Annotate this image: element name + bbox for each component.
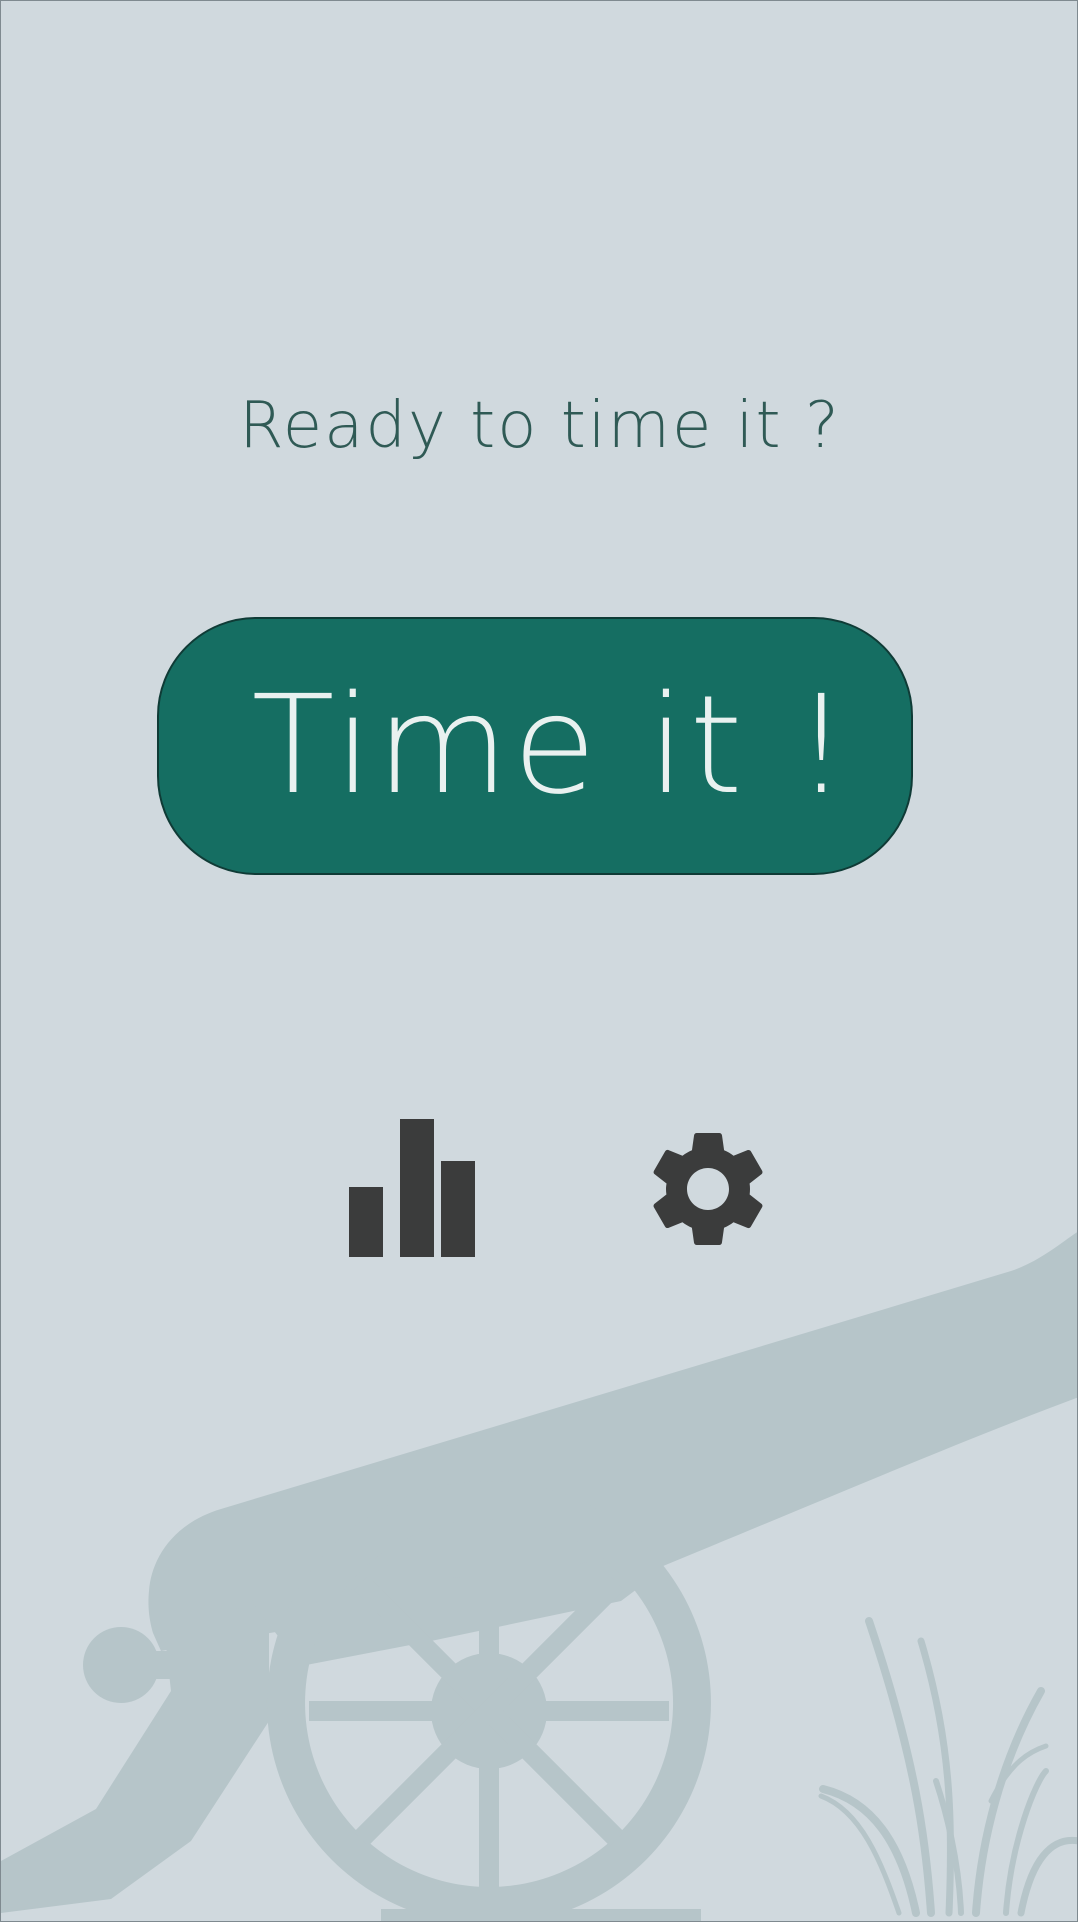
app-screen: Ready to time it ? Time it ! xyxy=(0,0,1078,1922)
cannon-illustration xyxy=(1,1232,1077,1921)
grass-illustration xyxy=(818,1617,1077,1917)
time-it-button[interactable]: Time it ! xyxy=(157,617,913,875)
ready-prompt: Ready to time it ? xyxy=(239,389,841,463)
settings-button[interactable] xyxy=(628,1109,788,1269)
bar-chart-icon xyxy=(349,1119,475,1257)
time-it-button-label: Time it ! xyxy=(251,667,853,825)
stats-button[interactable] xyxy=(327,1109,487,1269)
gear-icon xyxy=(653,1133,763,1245)
